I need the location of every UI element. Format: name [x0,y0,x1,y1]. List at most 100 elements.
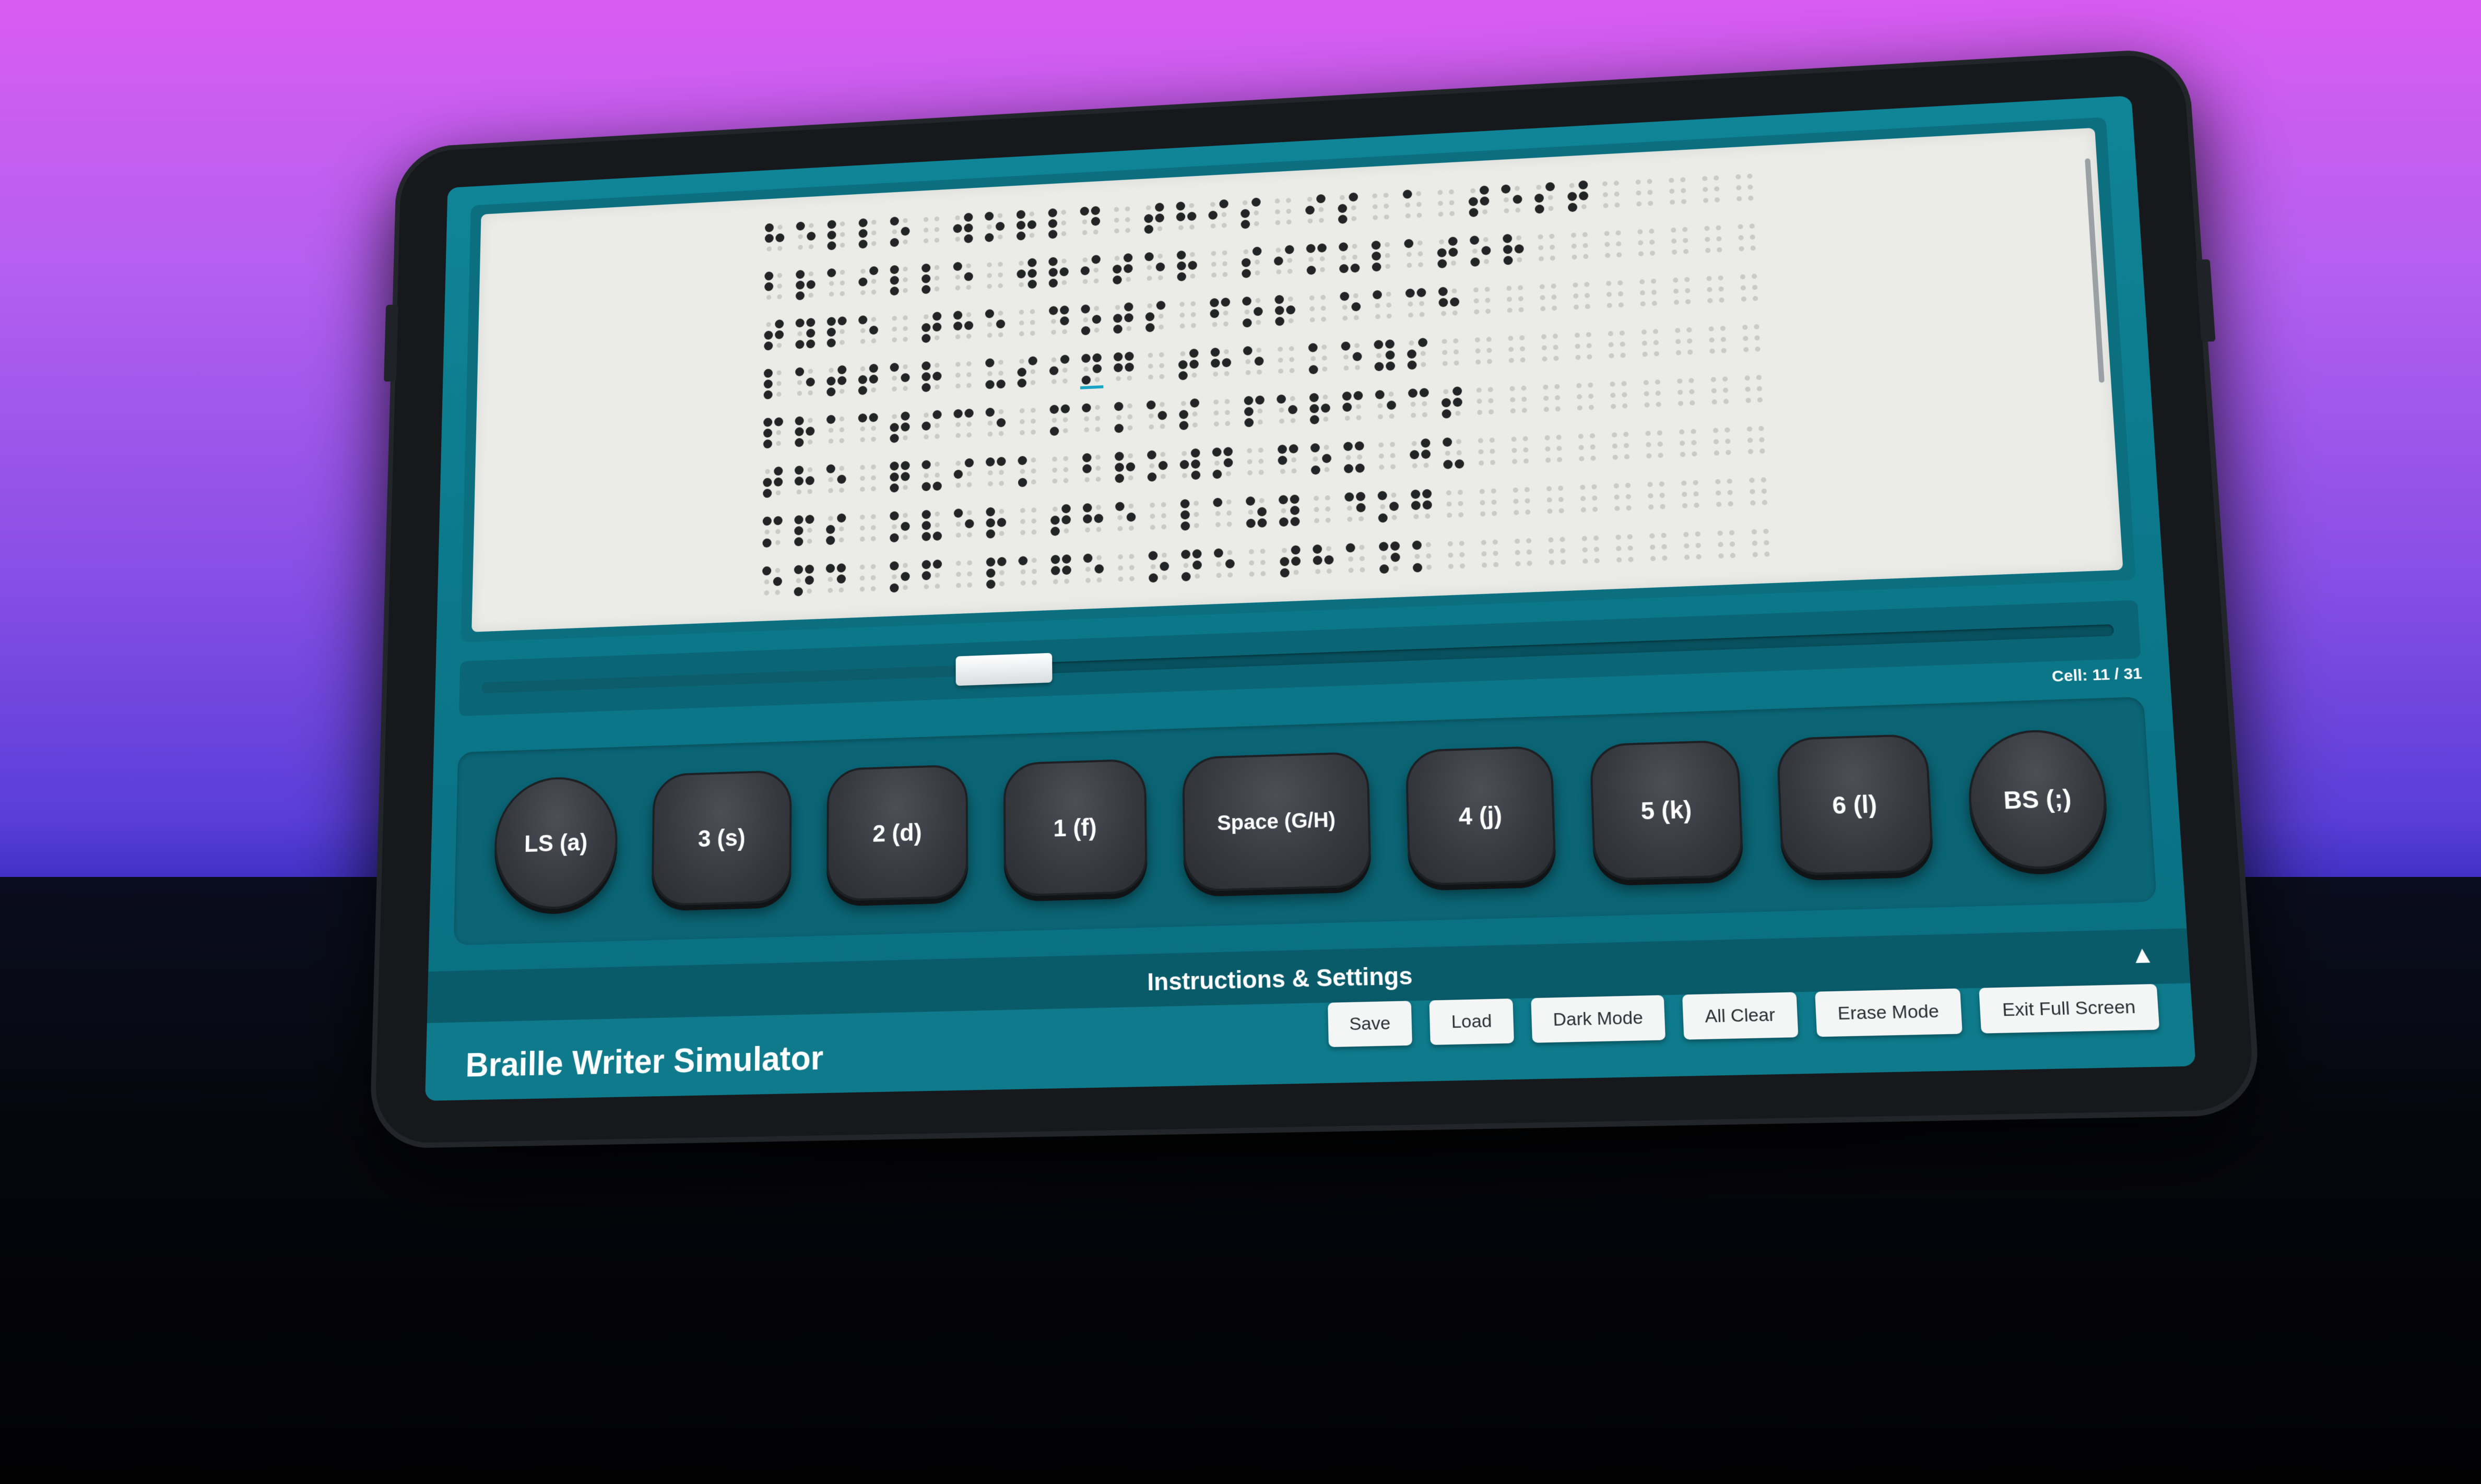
key-dot-5[interactable]: 5 (k) [1589,740,1744,881]
all-clear-button[interactable]: All Clear [1682,992,1798,1040]
key-dot-2[interactable]: 2 (d) [826,764,968,901]
cell-slider-thumb[interactable] [956,653,1053,686]
braille-dot-empty [777,283,782,289]
braille-dot-empty [1281,508,1286,514]
key-space[interactable]: Space (G/H) [1182,752,1372,892]
braille-dot-empty [1705,237,1710,242]
braille-dot-empty [1215,511,1221,516]
key-line-space[interactable]: LS (a) [493,775,619,910]
key-backspace[interactable]: BS (;) [1965,728,2110,871]
braille-dot-raised [858,277,867,287]
key-dot-3[interactable]: 3 (s) [652,770,792,906]
braille-dot-empty [967,560,972,565]
braille-dot-empty [1650,251,1655,256]
braille-dot-empty [1181,401,1186,406]
braille-dot-empty [1511,448,1517,453]
braille-dot-empty [1650,556,1656,561]
braille-dot-raised [1378,513,1388,523]
braille-dot-empty [860,526,865,531]
braille-dot-empty [1031,430,1036,435]
braille-dot-empty [1653,340,1659,345]
braille-dot-empty [1384,193,1389,198]
chevron-up-icon[interactable]: ▲ [2129,941,2155,969]
braille-dot-raised [1420,388,1429,397]
braille-dot-empty [1180,324,1185,329]
braille-dot-empty [1676,350,1681,355]
braille-dot-empty [1448,564,1454,569]
braille-dot-empty [1083,317,1088,323]
braille-dot-empty [1488,398,1493,403]
braille-dot-empty [1384,215,1389,220]
key-dot-6[interactable]: 6 (l) [1776,733,1934,875]
braille-dot-empty [1321,345,1327,350]
braille-dot-empty [1019,359,1024,364]
braille-dot-empty [1636,201,1641,207]
braille-dot-empty [1648,493,1653,498]
braille-dot-empty [1752,541,1758,546]
braille-dot-raised [827,338,836,348]
braille-dot-empty [1705,248,1710,253]
braille-dot-empty [1716,236,1721,241]
key-dot-4[interactable]: 4 (j) [1405,745,1556,886]
braille-dot-empty [1179,313,1185,318]
braille-dot-empty [1257,408,1262,413]
braille-dot-empty [807,489,812,494]
save-button[interactable]: Save [1328,1001,1412,1047]
braille-dot-empty [1613,455,1618,460]
braille-dot-empty [1150,503,1155,508]
braille-dot-raised [763,478,772,487]
braille-dot-raised [837,513,846,523]
braille-dot-empty [1309,295,1315,301]
braille-dot-empty [1375,314,1380,319]
braille-dot-empty [871,241,876,246]
braille-dot-raised [1372,262,1381,271]
braille-dot-empty [1582,547,1587,552]
erase-mode-button[interactable]: Erase Mode [1815,989,1963,1037]
exit-full-screen-button[interactable]: Exit Full Screen [1979,984,2159,1034]
braille-dot-empty [1019,282,1024,288]
braille-dot-raised [869,326,878,335]
braille-dot-empty [1182,451,1187,456]
braille-paper[interactable] [471,128,2123,632]
braille-dot-raised [921,274,930,283]
key-dot-1[interactable]: 1 (f) [1003,758,1148,897]
braille-dot-empty [1408,313,1413,318]
braille-dot-raised [837,474,846,484]
braille-dot-empty [1587,354,1592,360]
braille-dot-empty [1096,505,1101,510]
cell-slider-track[interactable] [482,624,2114,694]
braille-dot-raised [1280,557,1289,566]
braille-dot-empty [1094,306,1099,311]
dark-mode-button[interactable]: Dark Mode [1531,995,1665,1042]
braille-dot-raised [1289,444,1298,454]
braille-dot-raised [953,322,962,331]
braille-dot-empty [1582,559,1588,564]
braille-dot-raised [1051,555,1060,564]
braille-dot-empty [955,373,961,378]
braille-dot-empty [1286,219,1292,224]
braille-dot-empty [1538,234,1543,240]
braille-dot-empty [840,438,845,443]
braille-dot-empty [1753,552,1758,557]
braille-dot-empty [1476,399,1482,404]
braille-dot-empty [1612,444,1617,449]
braille-dot-empty [1094,268,1099,273]
braille-dot-empty [1019,260,1024,266]
braille-dot-empty [1518,307,1523,312]
braille-dot-empty [1716,225,1721,230]
braille-dot-empty [1717,530,1723,536]
braille-dot-empty [776,441,781,446]
load-button[interactable]: Load [1429,999,1514,1045]
braille-dot-empty [1326,546,1331,551]
braille-dot-empty [829,438,834,444]
braille-dot-raised [1469,208,1478,217]
braille-dot-empty [1160,452,1165,457]
braille-dot-empty [956,572,961,577]
braille-dot-raised [953,311,962,320]
braille-dot-empty [1727,490,1733,495]
braille-dot-raised [1049,405,1058,414]
braille-dot-empty [892,229,897,234]
braille-dot-empty [956,583,961,588]
braille-dot-empty [1190,274,1196,279]
braille-dot-raised [1339,242,1348,252]
